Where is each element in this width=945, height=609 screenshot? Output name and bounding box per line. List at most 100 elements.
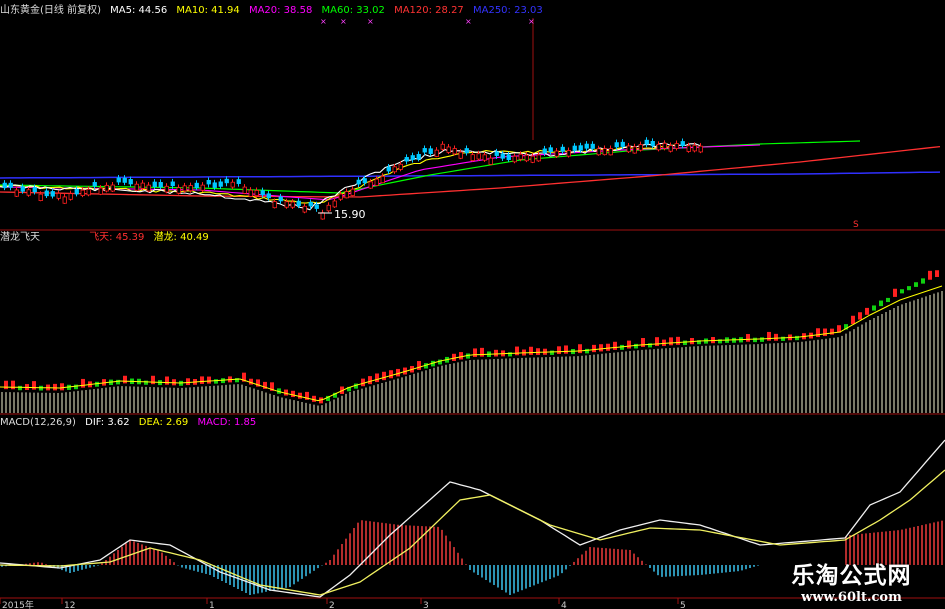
candle-body: [158, 182, 163, 188]
candle-body: [308, 201, 313, 207]
candle-body: [392, 166, 397, 173]
candle-body: [212, 182, 217, 188]
indicator-candle: [627, 340, 631, 349]
indicator-candle: [515, 346, 519, 356]
candle-body: [98, 187, 103, 195]
candle-body: [14, 189, 19, 197]
candle-body: [302, 205, 307, 213]
indicator-candle: [823, 328, 827, 337]
macd-header: MACD(12,26,9) DIF: 3.62 DEA: 2.69 MACD: …: [0, 416, 262, 430]
candle-body: [176, 187, 181, 194]
qianlong-value: 潜龙: 40.49: [153, 232, 209, 243]
candle-body: [464, 148, 469, 154]
candle-body: [224, 178, 229, 184]
candle-body: [350, 188, 355, 196]
candle-body: [68, 193, 73, 200]
indicator-candle: [830, 328, 834, 335]
candle-body: [314, 204, 319, 209]
candle-body: [638, 144, 643, 151]
candle-body: [170, 181, 175, 187]
candle-body: [416, 154, 421, 160]
candle-body: [20, 186, 25, 192]
candle-body: [320, 212, 325, 220]
candle-body: [512, 155, 517, 163]
candle-body: [104, 184, 109, 192]
candle-body: [164, 185, 169, 193]
candle-body: [344, 191, 349, 199]
indicator-candle: [816, 328, 820, 338]
watermark: 乐淘公式网 www.60lt.com: [764, 556, 939, 605]
candle-body: [86, 188, 91, 196]
candle-body: [578, 145, 583, 151]
candle-body: [80, 189, 85, 196]
candle-body: [254, 190, 259, 197]
indicator-candle: [893, 288, 897, 297]
candle-body: [422, 148, 427, 153]
indicator-candle: [368, 376, 372, 385]
candle-body: [530, 155, 535, 163]
indicator-candle: [459, 352, 463, 360]
indicator-candle: [662, 339, 666, 347]
indicator-candle: [389, 370, 393, 379]
indicator-candle: [123, 375, 127, 384]
candle-body: [380, 175, 385, 184]
candle-body: [458, 151, 463, 159]
candle-body: [272, 201, 277, 209]
candle-body: [476, 153, 481, 160]
indicator-candle: [200, 376, 204, 384]
candle-body: [362, 178, 367, 184]
signal-marker: ×: [320, 17, 327, 26]
time-axis-label: 2: [329, 601, 335, 609]
candle-body: [686, 145, 691, 152]
candle-body: [650, 141, 655, 147]
candle-body: [122, 177, 127, 183]
indicator-candle: [634, 343, 638, 349]
candle-body: [290, 201, 295, 208]
candle-body: [146, 184, 151, 192]
feitian-value: 飞天: 45.39: [89, 232, 145, 243]
candle-body: [446, 146, 451, 153]
candle-body: [614, 142, 619, 148]
time-axis-label: 12: [64, 601, 75, 609]
candle-body: [182, 185, 187, 192]
candle-body: [692, 144, 697, 152]
candle-body: [434, 149, 439, 157]
indicator-candle: [207, 376, 211, 384]
indicator-candle: [529, 346, 533, 355]
indicator-candle: [676, 336, 680, 345]
signal-marker: ×: [340, 17, 347, 26]
time-axis-label: 1: [209, 601, 215, 609]
indicator-candle: [746, 334, 750, 342]
candle-body: [668, 145, 673, 152]
signal-marker: ×: [465, 17, 472, 26]
candle-body: [632, 146, 637, 154]
candle-body: [332, 200, 337, 208]
indicator-candle: [53, 383, 57, 391]
indicator-candle: [74, 384, 78, 390]
candle-body: [152, 181, 157, 188]
candle-body: [524, 154, 529, 162]
candle-body: [542, 148, 547, 154]
candle-body: [620, 141, 625, 147]
candle-body: [428, 148, 433, 154]
candle-body: [206, 179, 211, 185]
indicator-candle: [473, 348, 477, 357]
candle-body: [572, 145, 577, 151]
signal-marker: ×: [367, 17, 374, 26]
indicator-candle: [550, 350, 554, 355]
candle-body: [50, 191, 55, 197]
candle-body: [296, 200, 301, 207]
indicator-candle: [900, 289, 904, 294]
candle-body: [674, 143, 679, 149]
candle-body: [470, 154, 475, 162]
candle-body: [602, 148, 607, 156]
candle-body: [356, 179, 361, 185]
indicator-candle: [606, 343, 610, 351]
candle-body: [644, 139, 649, 145]
indicator-candle: [312, 395, 316, 402]
stock-chart-canvas[interactable]: × × × × ×15.90S2015年 12 1 2 3 4 5: [0, 0, 945, 609]
qianlong-line: [0, 285, 943, 402]
candle-body: [200, 184, 205, 191]
candle-body: [62, 196, 67, 204]
candle-body: [194, 182, 199, 188]
